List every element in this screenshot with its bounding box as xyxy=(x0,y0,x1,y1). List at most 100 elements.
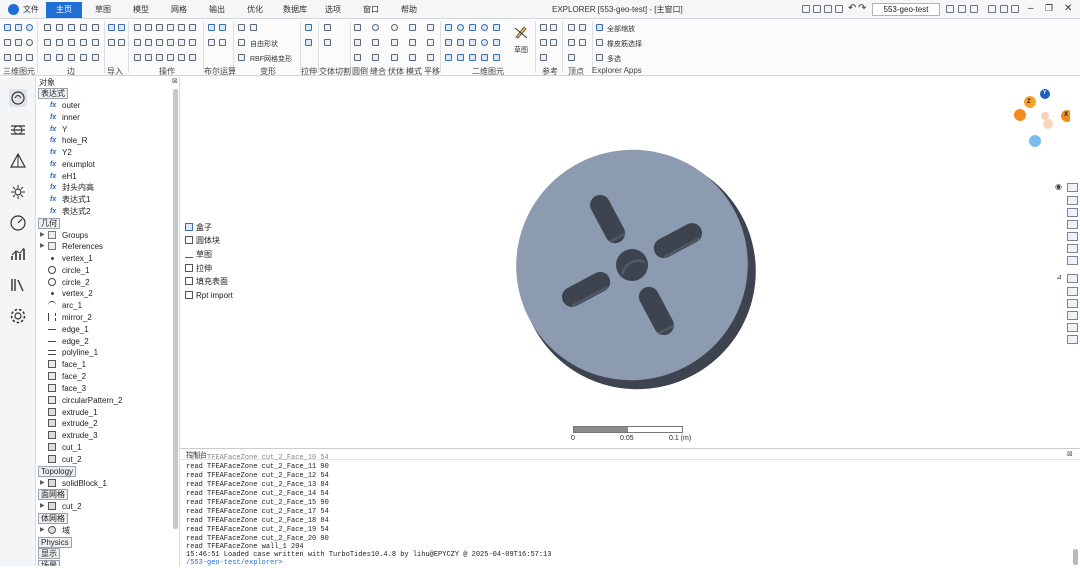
layout-icon[interactable] xyxy=(946,5,954,13)
rbf-morph-icon[interactable] xyxy=(238,54,245,61)
operation-icon[interactable] xyxy=(156,24,163,31)
fillet-icon[interactable] xyxy=(354,54,361,61)
section-physics[interactable]: Physics xyxy=(38,537,72,548)
vertex-icon[interactable] xyxy=(568,39,575,46)
section-expressions[interactable]: 表达式 xyxy=(38,88,68,99)
save-as-icon[interactable] xyxy=(835,5,843,13)
freeform-icon[interactable] xyxy=(238,39,245,46)
display-mode-button[interactable] xyxy=(1067,287,1078,296)
section-scene[interactable]: 场景 xyxy=(38,560,60,566)
view-right-button[interactable] xyxy=(1067,220,1078,229)
operation-icon[interactable] xyxy=(167,24,174,31)
body-icon[interactable] xyxy=(391,24,398,31)
expand-arrow-icon[interactable]: ▶ xyxy=(40,478,45,489)
console-prompt[interactable]: /553-geo-test/explorer> xyxy=(186,559,283,568)
sew-icon[interactable] xyxy=(372,54,379,61)
extrude-icon[interactable] xyxy=(305,24,312,31)
operation-icon[interactable] xyxy=(167,39,174,46)
3d-model-disk[interactable] xyxy=(500,137,760,397)
wedge-primitive-icon[interactable] xyxy=(4,54,11,61)
section-geometry[interactable]: 几何 xyxy=(38,218,60,229)
edge-tool-icon[interactable] xyxy=(80,39,87,46)
translate-icon[interactable] xyxy=(427,24,434,31)
expand-arrow-icon[interactable]: ▶ xyxy=(40,501,45,512)
tab-model[interactable]: 模型 xyxy=(130,3,152,17)
display-mode-button[interactable] xyxy=(1067,299,1078,308)
rubber-band-select-icon[interactable] xyxy=(596,39,603,46)
2d-shape-icon[interactable] xyxy=(481,54,488,61)
edge-tool-icon[interactable] xyxy=(68,24,75,31)
operation-icon[interactable] xyxy=(156,54,163,61)
view-left-button[interactable] xyxy=(1067,208,1078,217)
import-icon[interactable] xyxy=(108,39,115,46)
2d-shape-icon[interactable] xyxy=(445,24,452,31)
prism-primitive-icon[interactable] xyxy=(15,54,22,61)
operation-icon[interactable] xyxy=(156,39,163,46)
2d-shape-icon[interactable] xyxy=(457,39,464,46)
rbf-morph-label[interactable]: RBF网格变形 xyxy=(250,54,292,64)
section-display[interactable]: 显示 xyxy=(38,548,60,559)
project-name-field[interactable]: 553-geo-test xyxy=(872,3,940,16)
tab-help[interactable]: 帮助 xyxy=(398,3,420,17)
import-icon[interactable] xyxy=(118,39,125,46)
edge-tool-icon[interactable] xyxy=(92,24,99,31)
sketch-pen-icon[interactable] xyxy=(514,25,528,39)
reference-icon[interactable] xyxy=(540,54,547,61)
display-mode-button[interactable] xyxy=(1067,274,1078,283)
tab-mesh[interactable]: 网格 xyxy=(168,3,190,17)
tab-output[interactable]: 输出 xyxy=(206,3,228,17)
edge-tool-icon[interactable] xyxy=(92,54,99,61)
view-mode-icon[interactable] xyxy=(1000,5,1008,13)
display-mode-button[interactable] xyxy=(1067,311,1078,320)
vertex-icon[interactable] xyxy=(579,24,586,31)
box-primitive-icon[interactable] xyxy=(4,24,11,31)
2d-shape-icon[interactable] xyxy=(445,54,452,61)
zoom-all-label[interactable]: 全部缩放 xyxy=(607,24,635,34)
physics-panel-icon[interactable] xyxy=(9,183,27,201)
operation-icon[interactable] xyxy=(145,39,152,46)
app-logo-icon[interactable] xyxy=(8,4,19,15)
2d-shape-icon[interactable] xyxy=(481,24,488,31)
operation-icon[interactable] xyxy=(134,24,141,31)
operation-icon[interactable] xyxy=(145,24,152,31)
reference-icon[interactable] xyxy=(550,39,557,46)
geometry-panel-icon[interactable] xyxy=(9,152,27,170)
extrude-icon[interactable] xyxy=(305,39,312,46)
zoom-all-icon[interactable] xyxy=(596,24,603,31)
tab-home[interactable]: 主页 xyxy=(46,2,82,18)
fillet-icon[interactable] xyxy=(354,39,361,46)
edge-tool-icon[interactable] xyxy=(56,24,63,31)
edge-tool-icon[interactable] xyxy=(92,39,99,46)
cylinder-primitive-icon[interactable] xyxy=(15,24,22,31)
tab-database[interactable]: 数据库 xyxy=(280,3,310,17)
translate-icon[interactable] xyxy=(427,54,434,61)
2d-shape-icon[interactable] xyxy=(457,54,464,61)
2d-shape-icon[interactable] xyxy=(469,39,476,46)
tree-close-icon[interactable]: ⊠ xyxy=(172,77,178,85)
multi-select-label[interactable]: 多选 xyxy=(607,54,621,64)
tab-optimize[interactable]: 优化 xyxy=(244,3,266,17)
save-icon[interactable] xyxy=(824,5,832,13)
operation-icon[interactable] xyxy=(134,39,141,46)
2d-shape-icon[interactable] xyxy=(493,54,500,61)
pick-icon[interactable]: ⊿ xyxy=(1056,273,1062,281)
objects-panel-icon[interactable] xyxy=(9,89,27,107)
operation-icon[interactable] xyxy=(189,24,196,31)
menu-file[interactable]: 文件 xyxy=(22,3,40,17)
edge-tool-icon[interactable] xyxy=(44,39,51,46)
operation-icon[interactable] xyxy=(167,54,174,61)
pattern-icon[interactable] xyxy=(409,54,416,61)
reference-icon[interactable] xyxy=(540,39,547,46)
operation-icon[interactable] xyxy=(178,24,185,31)
torus-primitive-icon[interactable] xyxy=(15,39,22,46)
orientation-triad[interactable] xyxy=(1010,89,1070,151)
edge-tool-icon[interactable] xyxy=(56,54,63,61)
cone-primitive-icon[interactable] xyxy=(4,39,11,46)
display-mode-button[interactable] xyxy=(1067,335,1078,344)
tab-sketch[interactable]: 草图 xyxy=(92,3,114,17)
edge-tool-icon[interactable] xyxy=(44,54,51,61)
sew-icon[interactable] xyxy=(372,39,379,46)
edge-tool-icon[interactable] xyxy=(80,24,87,31)
operation-icon[interactable] xyxy=(189,39,196,46)
operation-icon[interactable] xyxy=(189,54,196,61)
